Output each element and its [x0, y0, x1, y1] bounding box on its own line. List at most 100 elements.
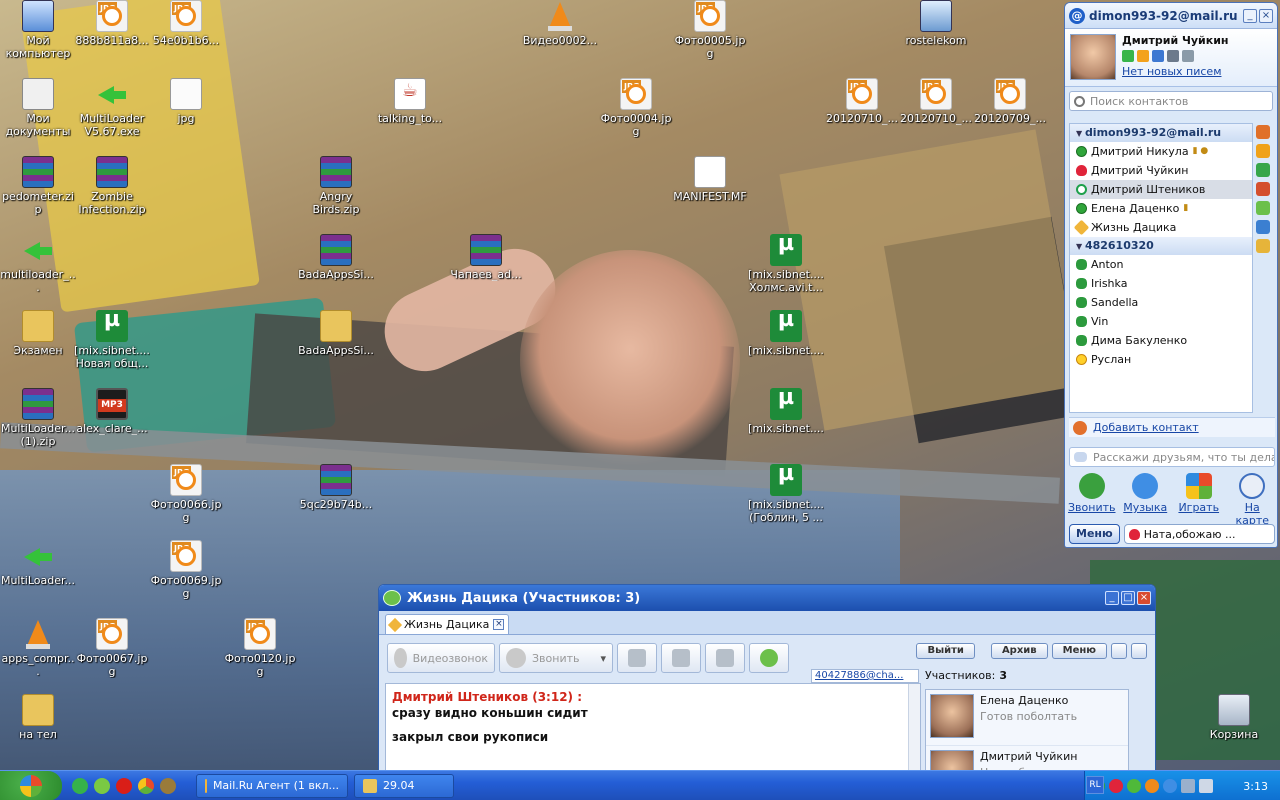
- desktop-icon[interactable]: 20120710_...: [898, 78, 974, 125]
- desktop-icon[interactable]: на тел: [0, 694, 76, 741]
- music-action[interactable]: Музыка: [1119, 471, 1171, 519]
- layout-icon[interactable]: [1131, 643, 1147, 659]
- contact-item[interactable]: Руслан: [1070, 350, 1252, 369]
- contact-item[interactable]: Sandella: [1070, 293, 1252, 312]
- add-contact-link[interactable]: Добавить контакт: [1069, 417, 1275, 437]
- archive-button[interactable]: Архив: [990, 643, 1048, 659]
- camera-icon[interactable]: [1167, 50, 1179, 62]
- games-action[interactable]: Играть: [1173, 471, 1225, 519]
- games-icon[interactable]: [1256, 125, 1270, 139]
- desktop-icon[interactable]: Фото0120.jpg: [222, 618, 298, 678]
- desktop-icon[interactable]: Видео0002...: [522, 0, 598, 47]
- map-action[interactable]: На карте: [1226, 471, 1277, 527]
- contact-group-header[interactable]: dimon993-92@mail.ru: [1070, 124, 1252, 142]
- desktop-icon[interactable]: talking_to...: [372, 78, 448, 125]
- desktop-icon[interactable]: 20120709_...: [972, 78, 1048, 125]
- chat-emoticon-button[interactable]: [749, 643, 789, 673]
- chevron-down-icon[interactable]: ▾: [600, 652, 606, 665]
- desktop-icon[interactable]: Экзамен: [0, 310, 76, 357]
- desktop-icon[interactable]: Мои документы: [0, 78, 76, 138]
- participants-button[interactable]: [705, 643, 745, 673]
- speaker-icon[interactable]: [160, 777, 176, 794]
- close-tab-icon[interactable]: ×: [493, 619, 505, 630]
- desktop-icon[interactable]: [mix.sibnet.... Холмс.avi.t...: [748, 234, 824, 294]
- network-icon[interactable]: [1163, 779, 1177, 793]
- desktop-icon[interactable]: rostelekom: [898, 0, 974, 47]
- people-icon[interactable]: [1152, 50, 1164, 62]
- desktop-icon[interactable]: Фото0069.jpg: [148, 540, 224, 600]
- call-button[interactable]: Звонить ▾: [499, 643, 613, 673]
- status-selector[interactable]: Ната,обожаю ...: [1123, 524, 1275, 544]
- desktop-icon[interactable]: [mix.sibnet.... Новая общ...: [74, 310, 150, 370]
- exit-button[interactable]: Выйти: [916, 643, 975, 659]
- desktop-icon[interactable]: Чапаев_ad...: [448, 234, 524, 281]
- desktop-icon[interactable]: Фото0067.jpg: [74, 618, 150, 678]
- at-icon[interactable]: [1256, 163, 1270, 177]
- desktop-icon[interactable]: MANIFEST.MF: [672, 156, 748, 203]
- taskbar-button[interactable]: 29.04: [354, 773, 454, 798]
- contact-item[interactable]: Vin: [1070, 312, 1252, 331]
- volume-icon[interactable]: [1199, 779, 1213, 793]
- close-button[interactable]: ×: [1259, 8, 1273, 23]
- chat-window[interactable]: Жизнь Дацика (Участников: 3) _ □ × Жизнь…: [378, 584, 1156, 774]
- desktop-icon[interactable]: BadaAppsSi...: [298, 234, 374, 281]
- desktop-icon[interactable]: Фото0066.jpg: [148, 464, 224, 524]
- contact-item[interactable]: Жизнь Дацика: [1070, 218, 1252, 237]
- icq-icon[interactable]: [72, 777, 88, 794]
- desktop-icon[interactable]: Фото0005.jpg: [672, 0, 748, 60]
- desktop-icon[interactable]: 20120710_...: [824, 78, 900, 125]
- desktop-icon[interactable]: Angry Birds.zip: [298, 156, 374, 216]
- minimize-button[interactable]: _: [1243, 8, 1257, 23]
- desktop-icon[interactable]: 5qc29b74b...: [298, 464, 374, 511]
- monitor-icon[interactable]: [1181, 779, 1195, 793]
- desktop-icon[interactable]: jpg: [148, 78, 224, 125]
- contact-search-input[interactable]: Поиск контактов: [1069, 91, 1273, 111]
- desktop-icon[interactable]: pedometer.zip: [0, 156, 76, 216]
- rainbow-icon[interactable]: [1256, 201, 1270, 215]
- desktop-icon[interactable]: apps_compr...: [0, 618, 76, 678]
- settings-icon[interactable]: [1182, 50, 1194, 62]
- help-folder-icon[interactable]: [1256, 239, 1270, 253]
- microblog-input[interactable]: Расскажи друзьям, что ты дела...: [1069, 447, 1275, 467]
- language-indicator[interactable]: RL: [1086, 776, 1104, 794]
- desktop-icon[interactable]: BadaAppsSi...: [298, 310, 374, 357]
- save-button[interactable]: [661, 643, 701, 673]
- desktop-icon[interactable]: 888b811a8...: [74, 0, 150, 47]
- close-button[interactable]: ×: [1137, 591, 1151, 605]
- chat-titlebar[interactable]: Жизнь Дацика (Участников: 3) _ □ ×: [379, 585, 1155, 611]
- agent-titlebar[interactable]: @ dimon993-92@mail.ru _ ×: [1065, 3, 1277, 29]
- taskbar-button[interactable]: Mail.Ru Агент (1 вкл...: [196, 773, 348, 798]
- chrome-icon[interactable]: [138, 777, 154, 794]
- contact-list[interactable]: dimon993-92@mail.ruДмитрий Никула▮ ●Дмит…: [1069, 123, 1253, 413]
- contact-group-header[interactable]: 482610320: [1070, 237, 1252, 255]
- mailru-agent-window[interactable]: @ dimon993-92@mail.ru _ × Дмитрий Чуйкин…: [1064, 2, 1278, 548]
- scrollbar[interactable]: [908, 684, 920, 773]
- agent-menu-button[interactable]: Меню: [1069, 524, 1120, 544]
- avatar[interactable]: [1070, 34, 1116, 80]
- desktop-icon[interactable]: Zombie Infection.zip: [74, 156, 150, 216]
- participants-list[interactable]: Елена Даценко Готов поболтать Дмитрий Чуйк…: [925, 689, 1129, 773]
- desktop-icon[interactable]: Мой компьютер: [0, 0, 76, 60]
- agent-tray-icon[interactable]: [1145, 779, 1159, 793]
- desktop-icon[interactable]: MultiLoader...: [0, 540, 76, 587]
- message-history[interactable]: Дмитрий Штеников (3:12) : сразу видно кон…: [385, 683, 921, 773]
- start-button[interactable]: [0, 770, 62, 800]
- tools-icon[interactable]: [1256, 182, 1270, 196]
- desktop-icon[interactable]: Фото0004.jpg: [598, 78, 674, 138]
- mail-status-link[interactable]: Нет новых писем: [1122, 65, 1272, 78]
- people-icon[interactable]: [1256, 220, 1270, 234]
- desktop-icon[interactable]: [mix.sibnet....: [748, 388, 824, 435]
- qip-tray-icon[interactable]: [1127, 779, 1141, 793]
- contact-item[interactable]: Дмитрий Чуйкин: [1070, 161, 1252, 180]
- contact-item[interactable]: Дмитрий Никула ▮ ●: [1070, 142, 1252, 161]
- clock[interactable]: 3:13: [1243, 780, 1268, 793]
- minimize-button[interactable]: _: [1105, 591, 1119, 605]
- desktop-icon[interactable]: MultiLoader V5.67.exe: [74, 78, 150, 138]
- desktop-icon[interactable]: alex_clare_...: [74, 388, 150, 435]
- heart-tray-icon[interactable]: [1109, 779, 1123, 793]
- desktop-icon[interactable]: Корзина: [1196, 694, 1272, 741]
- status-icon[interactable]: [1122, 50, 1134, 62]
- contact-item[interactable]: Елена Даценко ▮: [1070, 199, 1252, 218]
- desktop-icon[interactable]: [mix.sibnet....: [748, 310, 824, 357]
- maximize-button[interactable]: □: [1121, 591, 1135, 605]
